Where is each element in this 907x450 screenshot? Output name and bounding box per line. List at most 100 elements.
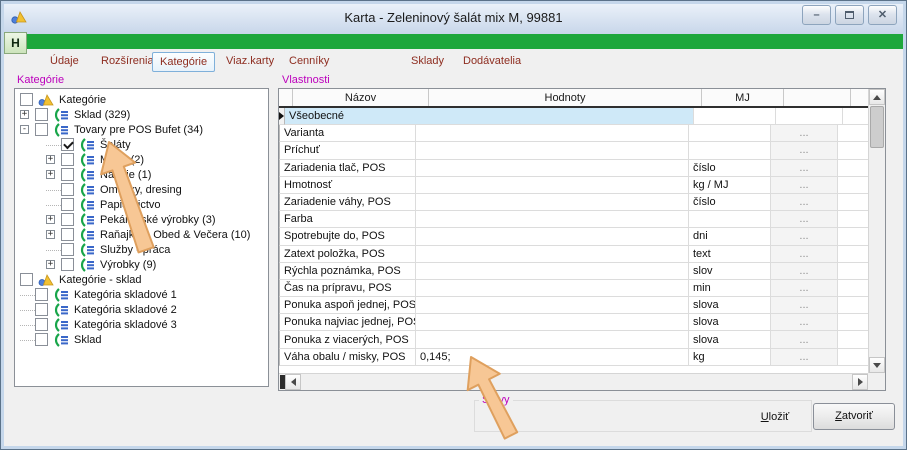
more-button[interactable]: ... (771, 177, 838, 194)
tree-item-kategorie[interactable]: Kategórie (20, 92, 268, 107)
tree-item-ranajky-obed-vecera-10[interactable]: +Raňajky & Obed & Večera (10) (46, 227, 268, 242)
checkbox-sklad-329[interactable] (35, 108, 48, 121)
scroll-down-button[interactable] (869, 357, 885, 373)
checkbox-kategoria-skladove-1[interactable] (35, 288, 48, 301)
property-value-cell[interactable] (416, 246, 689, 263)
property-row-zariadenie-vahy-pos[interactable]: Zariadenie váhy, POSčíslo... (279, 194, 868, 211)
checkbox-kategorie[interactable] (20, 93, 33, 106)
property-value-cell[interactable] (416, 314, 689, 331)
checkbox-pekarenske-vyrobky-3[interactable] (61, 213, 74, 226)
tree-item-sklad[interactable]: Sklad (20, 332, 268, 347)
more-button[interactable]: ... (771, 280, 838, 297)
property-row-cas-na-pripravu-pos[interactable]: Čas na prípravu, POSmin... (279, 280, 868, 297)
property-row-hmotnost[interactable]: Hmotnosťkg / MJ... (279, 177, 868, 194)
property-row-farba[interactable]: Farba... (279, 211, 868, 228)
property-value-cell[interactable]: 0,145; (416, 349, 689, 366)
property-row-varianta[interactable]: Varianta... (279, 125, 868, 142)
property-value-cell[interactable] (416, 331, 689, 348)
maximize-button[interactable] (835, 5, 864, 25)
property-row-spotrebujte-do-pos[interactable]: Spotrebujte do, POSdni... (279, 228, 868, 245)
more-button[interactable]: ... (771, 246, 838, 263)
checkbox-kategoria-skladove-3[interactable] (35, 318, 48, 331)
tree-item-salaty[interactable]: Šaláty (46, 137, 268, 152)
expand-icon[interactable]: + (46, 260, 55, 269)
checkbox-kategorie-sklad[interactable] (20, 273, 33, 286)
property-row-ponuka-z-viacerych-pos[interactable]: Ponuka z viacerých, POSslova... (279, 331, 868, 348)
checkbox-omacky-dresing[interactable] (61, 183, 74, 196)
property-value-cell[interactable] (416, 194, 689, 211)
scroll-right-button[interactable] (852, 374, 868, 390)
tree-item-sklad-329[interactable]: +Sklad (329) (20, 107, 268, 122)
close-card-button[interactable]: Zatvoriť (813, 403, 895, 430)
expand-icon[interactable]: + (46, 170, 55, 179)
expand-icon[interactable]: + (46, 155, 55, 164)
tree-item-pekarenske-vyrobky-3[interactable]: +Pekárenské výrobky (3) (46, 212, 268, 227)
expand-icon[interactable]: + (20, 110, 29, 119)
property-value-cell[interactable] (416, 160, 689, 177)
more-button[interactable]: ... (771, 314, 838, 331)
property-value-cell[interactable] (416, 280, 689, 297)
property-value-cell[interactable] (416, 228, 689, 245)
tab-sklady[interactable]: Sklady (404, 52, 451, 70)
tree-item-omacky-dresing[interactable]: Omáčky, dresing (46, 182, 268, 197)
more-button[interactable]: ... (771, 142, 838, 159)
title-bar[interactable]: Karta - Zeleninový šalát mix M, 99881 – … (1, 1, 906, 34)
checkbox-kategoria-skladove-2[interactable] (35, 303, 48, 316)
expand-icon[interactable]: + (46, 215, 55, 224)
more-button[interactable]: ... (771, 263, 838, 280)
tree-item-sluzby-praca[interactable]: Služby - práca (46, 242, 268, 257)
scroll-left-button[interactable] (285, 374, 301, 390)
checkbox-sluzby-praca[interactable] (61, 243, 74, 256)
tab-cenniky[interactable]: Cenníky (282, 52, 336, 70)
tree-item-kategorie-sklad[interactable]: Kategórie - sklad (20, 272, 268, 287)
tab-kategorie[interactable]: Kategórie (152, 52, 215, 72)
property-row-zariadenia-tlac-pos[interactable]: Zariadenia tlač, POSčíslo... (279, 160, 868, 177)
property-row-ponuka-aspon-jednej-pos[interactable]: Ponuka aspoň jednej, POSslova... (279, 297, 868, 314)
collapse-icon[interactable]: - (20, 125, 29, 134)
header-mj[interactable]: MJ (702, 89, 784, 106)
more-button[interactable]: ... (771, 194, 838, 211)
property-value-cell[interactable] (416, 142, 689, 159)
property-row-vaha-obalu-misky-pos[interactable]: Váha obalu / misky, POS0,145;kg... (279, 349, 868, 366)
tree-item-kategoria-skladove-1[interactable]: Kategória skladové 1 (20, 287, 268, 302)
tree-item-tovary-pre-pos-bufet-34[interactable]: -Tovary pre POS Bufet (34) (20, 122, 268, 137)
checkbox-napoje-1[interactable] (61, 168, 74, 181)
more-button[interactable]: ... (771, 160, 838, 177)
more-button[interactable]: ... (771, 297, 838, 314)
tree-item-kategoria-skladove-2[interactable]: Kategória skladové 2 (20, 302, 268, 317)
tab-viaz-karty[interactable]: Viaz.karty (219, 52, 281, 70)
property-row-ponuka-najviac-jednej-pos[interactable]: Ponuka najviac jednej, POSslova... (279, 314, 868, 331)
save-button[interactable]: Uložiť (747, 406, 803, 429)
tree-item-papiernictvo[interactable]: Papiernictvo (46, 197, 268, 212)
checkbox-papiernictvo[interactable] (61, 198, 74, 211)
checkbox-menu-2[interactable] (61, 153, 74, 166)
property-row-vseobecne[interactable]: Všeobecné (279, 108, 868, 125)
more-button[interactable]: ... (771, 228, 838, 245)
tree-item-vyrobky-9[interactable]: +Výrobky (9) (46, 257, 268, 272)
tab-udaje[interactable]: Údaje (43, 52, 86, 70)
minimize-button[interactable]: – (802, 5, 831, 25)
tree-item-napoje-1[interactable]: +Nápoje (1) (46, 167, 268, 182)
property-value-cell[interactable] (416, 297, 689, 314)
tree-item-menu-2[interactable]: +Menu (2) (46, 152, 268, 167)
scroll-up-button[interactable] (869, 89, 885, 105)
more-button[interactable]: ... (771, 211, 838, 228)
property-row-zatext-polozka-pos[interactable]: Zatext položka, POStext... (279, 246, 868, 263)
expand-icon[interactable]: + (46, 230, 55, 239)
vertical-scrollbar[interactable] (868, 89, 885, 373)
more-button[interactable]: ... (771, 331, 838, 348)
checkbox-tovary-pre-pos-bufet-34[interactable] (35, 123, 48, 136)
close-button[interactable]: ✕ (868, 5, 897, 25)
property-row-prichut[interactable]: Príchuť... (279, 142, 868, 159)
more-button[interactable]: ... (771, 125, 838, 142)
property-value-cell[interactable] (416, 177, 689, 194)
checkbox-ranajky-obed-vecera-10[interactable] (61, 228, 74, 241)
horizontal-scrollbar[interactable] (279, 373, 868, 390)
h-toolbar-button[interactable]: H (4, 32, 27, 54)
more-button[interactable]: ... (771, 349, 838, 366)
property-value-cell[interactable] (416, 211, 689, 228)
tree-item-kategoria-skladove-3[interactable]: Kategória skladové 3 (20, 317, 268, 332)
header-hodnoty[interactable]: Hodnoty (429, 89, 702, 106)
checkbox-salaty[interactable] (61, 138, 74, 151)
vertical-scroll-thumb[interactable] (870, 106, 884, 148)
